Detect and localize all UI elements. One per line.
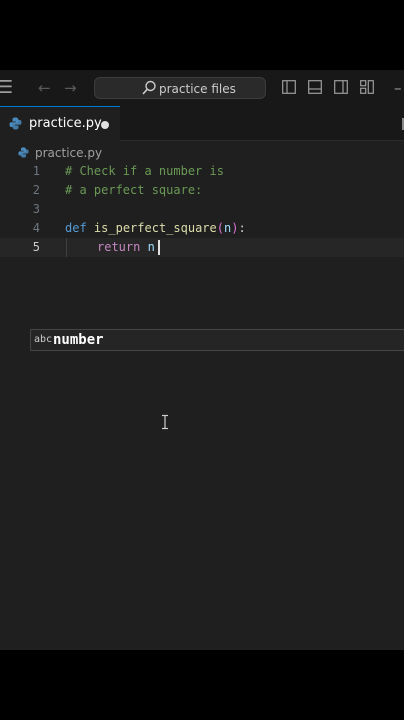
code-line[interactable]: 4 def is_perfect_square(n): — [0, 219, 404, 238]
suggest-widget[interactable]: abc number — [30, 329, 404, 351]
text-cursor — [158, 240, 160, 255]
code-function-name: is_perfect_square — [93, 221, 217, 235]
suggest-item-label[interactable]: number — [53, 330, 104, 350]
code-colon: : — [238, 221, 246, 235]
forward-arrow-icon[interactable]: → — [64, 70, 77, 106]
code-line[interactable]: 1 # Check if a number is — [0, 162, 404, 181]
toggle-panel-icon[interactable] — [308, 80, 322, 94]
line-number: 1 — [32, 164, 40, 178]
mouse-ibeam-cursor-icon — [162, 414, 168, 430]
code-def-statement: def is_perfect_square(n): — [65, 219, 246, 238]
code-editor[interactable]: 1 # Check if a number is 2 # a perfect s… — [0, 162, 404, 650]
code-comment: # a perfect square: — [65, 183, 203, 197]
menu-icon[interactable]: ☰ — [0, 70, 13, 106]
suggest-kind-icon: abc — [34, 334, 53, 345]
indent-guide — [66, 238, 67, 257]
command-center-search[interactable]: practice files — [94, 77, 266, 99]
python-file-icon — [9, 117, 22, 130]
back-arrow-icon[interactable]: ← — [38, 70, 51, 106]
vscode-window: ☰ ← → practice files – practice.py pract… — [0, 70, 404, 650]
breadcrumb[interactable]: practice.py — [0, 142, 404, 164]
code-keyword: def — [65, 221, 87, 235]
line-number: 4 — [32, 221, 40, 235]
search-icon — [142, 80, 156, 95]
line-number: 3 — [32, 202, 40, 216]
tab-label: practice.py — [29, 116, 102, 131]
line-number: 2 — [32, 183, 40, 197]
code-line-current[interactable]: 5 return n — [0, 238, 404, 257]
breadcrumb-file: practice.py — [35, 146, 103, 160]
code-line[interactable]: 2 # a perfect square: — [0, 181, 404, 200]
code-keyword: return — [97, 240, 141, 254]
code-return-statement: return n — [97, 238, 155, 257]
search-placeholder: practice files — [159, 82, 236, 96]
editor-tab-bar: practice.py — [0, 106, 404, 141]
line-number: 5 — [32, 240, 40, 254]
toggle-primary-sidebar-icon[interactable] — [282, 80, 296, 94]
code-bracket: ( — [216, 221, 224, 235]
customize-layout-icon[interactable] — [360, 80, 374, 94]
tab-practice-py[interactable]: practice.py — [0, 106, 120, 141]
title-bar: ☰ ← → practice files – — [0, 70, 404, 107]
minimize-icon[interactable]: – — [394, 70, 402, 106]
python-file-icon — [18, 147, 29, 158]
unsaved-changes-dot-icon[interactable] — [101, 121, 109, 129]
toggle-secondary-sidebar-icon[interactable] — [334, 80, 348, 94]
code-typed-text: n — [147, 240, 155, 254]
code-comment: # Check if a number is — [65, 164, 224, 178]
code-line[interactable]: 3 — [0, 200, 404, 219]
